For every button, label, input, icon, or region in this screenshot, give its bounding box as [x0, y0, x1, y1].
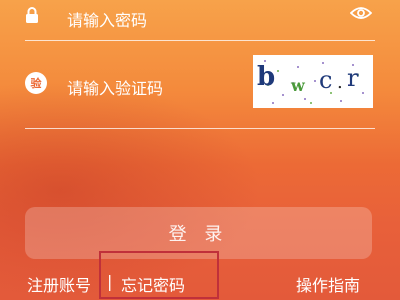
- svg-text:b: b: [257, 62, 275, 92]
- password-input[interactable]: 请输入密码: [67, 7, 147, 31]
- register-link[interactable]: 注册账号: [27, 272, 91, 296]
- lock-icon: [26, 7, 38, 23]
- eye-icon[interactable]: [350, 5, 372, 21]
- captcha-divider: [25, 128, 375, 129]
- captcha-input[interactable]: 请输入验证码: [67, 75, 163, 99]
- footer-links: 注册账号 | 忘记密码 操作指南: [0, 270, 400, 296]
- svg-text:w: w: [290, 76, 306, 95]
- password-row: 请输入密码: [25, 0, 375, 36]
- login-button[interactable]: 登 录: [25, 207, 372, 259]
- guide-link[interactable]: 操作指南: [296, 272, 360, 296]
- verify-icon: 验: [25, 72, 47, 94]
- captcha-image[interactable]: b w c . r: [253, 55, 373, 108]
- password-divider: [25, 40, 375, 41]
- forgot-password-link[interactable]: 忘记密码: [121, 272, 185, 296]
- captcha-row: 验 请输入验证码 b w c . r: [25, 55, 375, 113]
- footer-separator: |: [107, 272, 113, 291]
- svg-text:r: r: [347, 64, 359, 92]
- svg-text:c: c: [319, 66, 332, 94]
- svg-text:.: .: [337, 72, 343, 93]
